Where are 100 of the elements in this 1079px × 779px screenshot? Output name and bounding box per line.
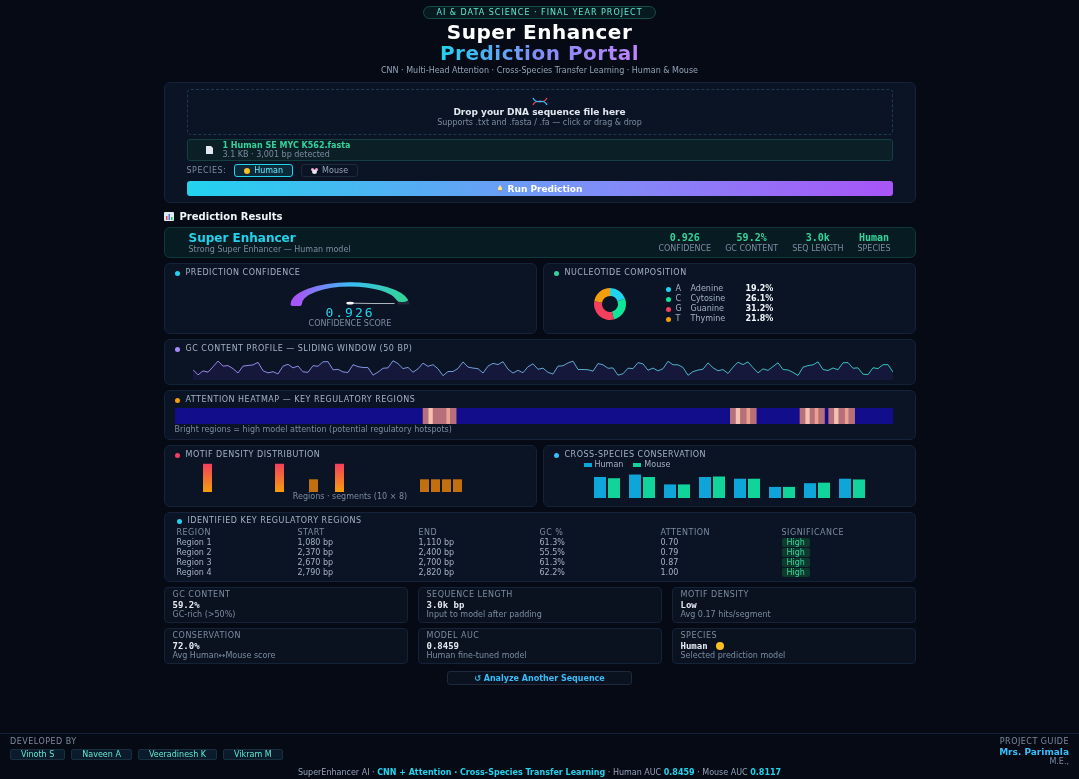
card-title: MOTIF DENSITY DISTRIBUTION <box>185 450 321 460</box>
drop-hint: Supports .txt and .fasta / .fa — click or drag & drop <box>437 118 642 127</box>
section-heading: Prediction Results <box>179 211 283 222</box>
metric-value: Human <box>857 231 891 244</box>
guide-title: M.E., <box>1048 757 1069 767</box>
analyze-another-button[interactable]: ↺ Analyze Another Sequence <box>447 671 632 685</box>
footer-credits: SuperEnhancer AI · CNN + Attention · Cross-Species Transfer Learning · Human AUC 0.8459 · Mouse AUC 0.8117 <box>296 768 783 777</box>
stat-value: 0.8459 <box>426 641 459 651</box>
drop-title: Drop your DNA sequence file here <box>453 107 626 117</box>
column-header: ATTENTION <box>660 528 782 538</box>
table-cell: 2,370 bp <box>297 548 334 557</box>
page-title: Super Enhancer <box>446 22 633 43</box>
nucleotide-name: Guanine <box>690 304 725 314</box>
column-header: START <box>297 528 326 538</box>
species-label: SPECIES: <box>186 165 227 176</box>
column-header: GC % <box>539 528 661 538</box>
stat-value: 3.0k bp <box>426 600 465 610</box>
table-cell: Region 4 <box>176 568 212 577</box>
guide-name: Mrs. Parimala <box>999 747 1069 757</box>
table-cell: 2,820 bp <box>418 568 455 577</box>
stat-label: CONSERVATION <box>172 631 242 641</box>
nucleotide-letter: T <box>675 314 682 324</box>
table-cell: 62.2% <box>539 568 565 577</box>
nucleotide-name: Cytosine <box>690 294 727 304</box>
stat-value: 59.2% <box>172 600 200 610</box>
stat-note: Avg Human↔Mouse score <box>172 651 277 661</box>
page-subtitle: CNN · Multi-Head Attention · Cross-Species Transfer Learning · Human & Mouse <box>381 66 698 76</box>
file-drop-zone[interactable]: Drop your DNA sequence file here Supports .txt and .fasta / .fa — click or drag & drop <box>186 89 893 135</box>
prediction-description: Strong Super Enhancer — Human model <box>188 245 351 254</box>
nucleotide-percent: 19.2% <box>745 284 775 294</box>
metric-value: 3.0k <box>804 231 831 244</box>
donut-slice <box>593 301 614 320</box>
table-cell: 1,080 bp <box>297 538 334 547</box>
species-option[interactable]: Human <box>234 164 294 177</box>
significance-tag: High <box>781 538 810 547</box>
table-cell: 2,790 bp <box>297 568 334 577</box>
stat-label: MODEL AUC <box>426 631 481 641</box>
stat-note: Input to model after padding <box>426 610 543 620</box>
developer-chip: Vikram M <box>223 749 283 760</box>
significance-tag: High <box>781 548 810 557</box>
card-title: CROSS-SPECIES CONSERVATION <box>564 450 707 460</box>
table-cell: 0.87 <box>660 558 679 567</box>
stat-note: Avg 0.17 hits/segment <box>680 610 772 620</box>
heatmap-caption: Bright regions = high model attention (potential regulatory hotspots) <box>174 425 453 435</box>
gauge-label: CONFIDENCE SCORE <box>308 319 392 329</box>
bar-chart-icon <box>163 212 174 221</box>
developer-chip: Veeradinesh K <box>137 749 218 760</box>
nucleotide-name: Adenine <box>690 284 725 294</box>
guide-label: PROJECT GUIDE <box>999 737 1069 747</box>
stat-note: GC-rich (>50%) <box>172 610 237 620</box>
table-cell: 0.79 <box>660 548 679 557</box>
chart-caption: Regions · segments (10 × 8) <box>291 492 409 502</box>
stat-label: GC CONTENT <box>172 590 232 600</box>
developer-chip: Naveen A <box>71 749 132 760</box>
table-cell: 0.70 <box>660 538 679 547</box>
table-cell: Region 3 <box>176 558 212 567</box>
confidence-score: 0.926 <box>325 306 375 319</box>
nucleotide-percent: 31.2% <box>745 304 775 314</box>
table-cell: 61.3% <box>539 538 565 547</box>
legend-label: Human <box>594 460 624 470</box>
table-cell: Region 2 <box>176 548 212 557</box>
nucleotide-letter: C <box>675 294 683 304</box>
card-title: ATTENTION HEATMAP — KEY REGULATORY REGIONS <box>185 395 416 405</box>
stat-value: Low <box>680 600 697 610</box>
dna-icon <box>531 97 548 106</box>
table-cell: 2,700 bp <box>418 558 455 567</box>
table-cell: 2,400 bp <box>418 548 455 557</box>
table-cell: 55.5% <box>539 548 565 557</box>
table-cell: Region 1 <box>176 538 212 547</box>
metric-value: 59.2% <box>735 231 768 244</box>
stat-label: SPECIES <box>680 631 719 641</box>
stat-label: SEQUENCE LENGTH <box>426 590 514 600</box>
card-title: PREDICTION CONFIDENCE <box>185 268 301 278</box>
stat-note: Selected prediction model <box>680 651 787 661</box>
table-cell: 2,670 bp <box>297 558 334 567</box>
metric-label: CONFIDENCE <box>658 243 712 254</box>
significance-tag: High <box>781 568 810 577</box>
species-option[interactable]: Mouse <box>301 164 359 177</box>
mouse-icon <box>311 167 319 174</box>
card-title: IDENTIFIED KEY REGULATORY REGIONS <box>187 516 362 526</box>
table-cell: 1.00 <box>660 568 679 577</box>
metric-label: GC CONTENT <box>725 243 779 254</box>
column-header: REGION <box>176 528 298 538</box>
table-cell: 1,110 bp <box>418 538 455 547</box>
stat-value: Human <box>680 641 708 651</box>
significance-tag: High <box>781 558 810 567</box>
card-title: GC CONTENT PROFILE — SLIDING WINDOW (50 BP) <box>185 344 413 354</box>
developer-chip: Vinoth S <box>10 749 66 760</box>
nucleotide-percent: 26.1% <box>745 294 775 304</box>
file-icon <box>205 146 213 154</box>
nucleotide-letter: G <box>675 304 683 314</box>
file-name: 1 Human SE MYC K562.fasta <box>222 141 351 150</box>
table-cell: 61.3% <box>539 558 565 567</box>
file-info: 3.1 KB · 3,001 bp detected <box>222 150 331 159</box>
developed-by-label: DEVELOPED BY <box>10 737 78 747</box>
nucleotide-percent: 21.8% <box>745 314 775 324</box>
metric-label: SEQ LENGTH <box>792 243 844 254</box>
prediction-label: Super Enhancer <box>188 231 296 245</box>
stat-note: Human fine-tuned model <box>426 651 528 661</box>
metric-value: 0.926 <box>668 231 701 244</box>
